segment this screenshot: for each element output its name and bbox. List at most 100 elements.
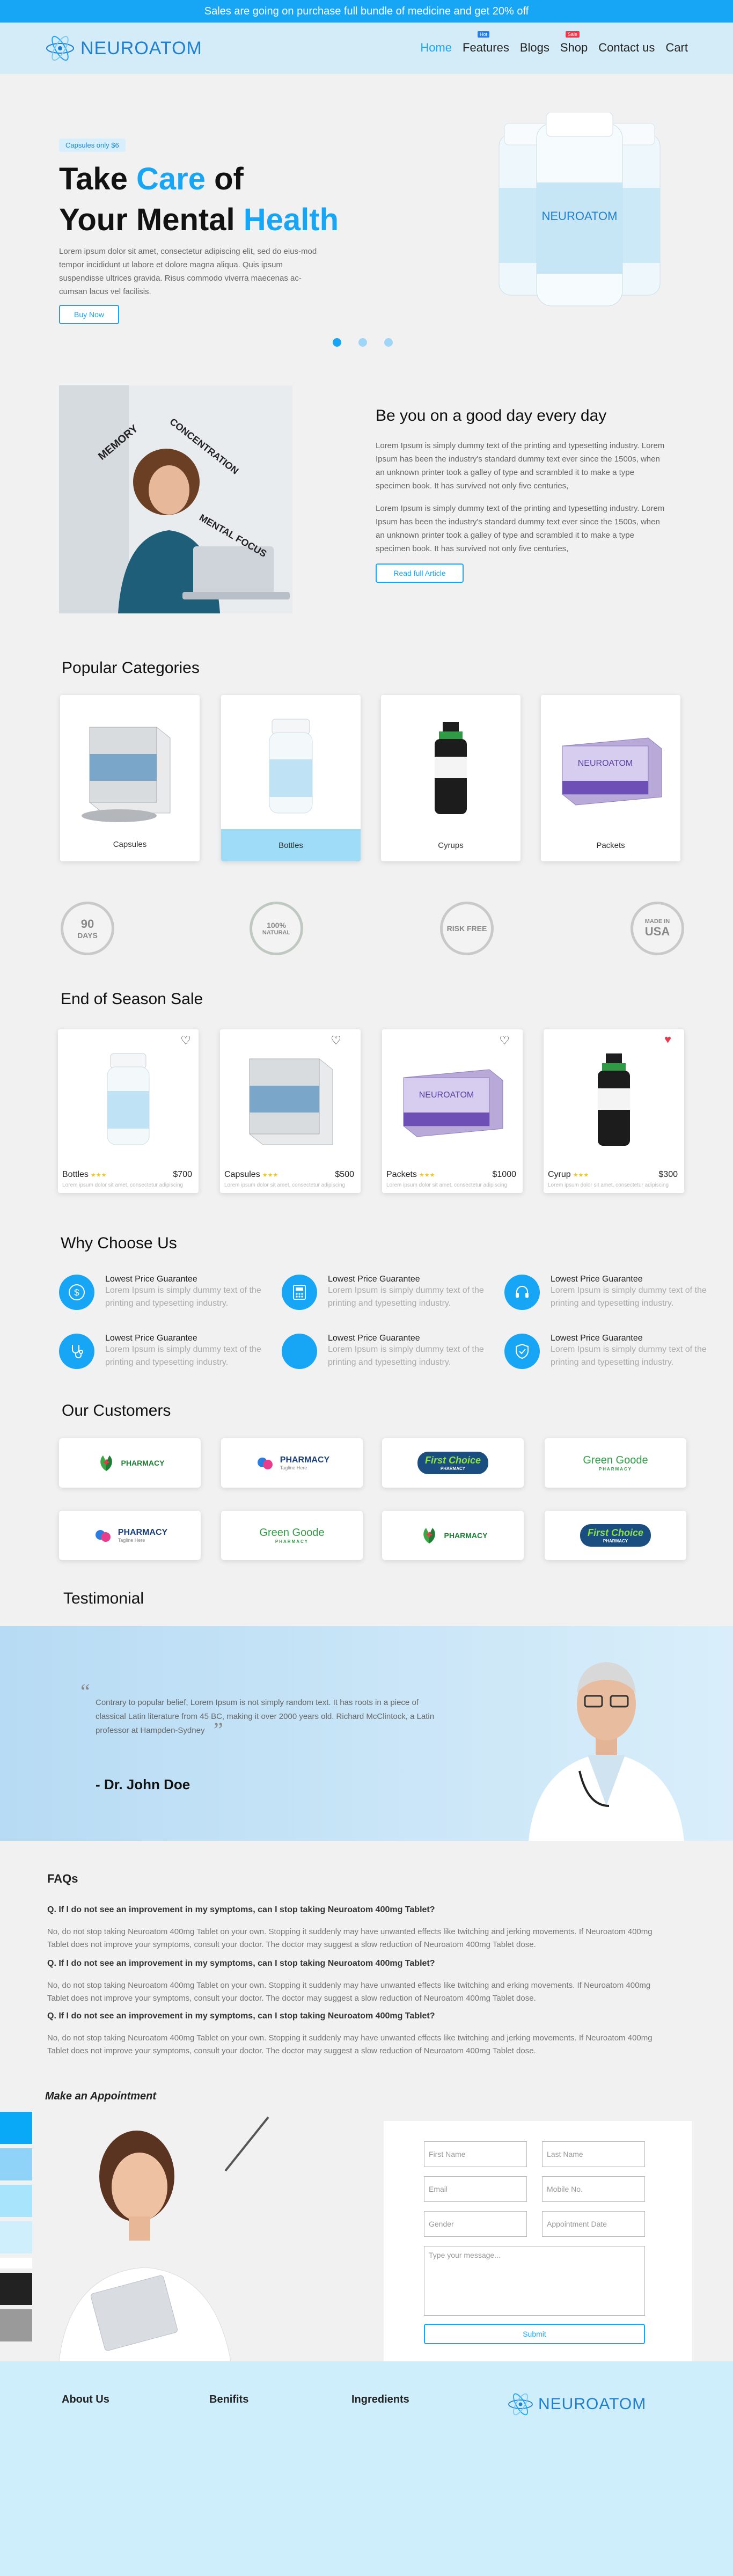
shield-icon: [504, 1334, 540, 1369]
footer-logo[interactable]: NEUROATOM: [507, 2392, 646, 2416]
nav-home[interactable]: Home: [420, 41, 452, 55]
customer-name: Green Goode: [583, 1454, 648, 1466]
category-card-cyrups[interactable]: Cyrups: [381, 695, 521, 861]
buy-now-button[interactable]: Buy Now: [59, 305, 119, 324]
blank-icon: [282, 1334, 317, 1369]
footer-brand-name: NEUROATOM: [538, 2395, 647, 2413]
headset-icon: [504, 1275, 540, 1310]
gender-field[interactable]: Gender: [424, 2211, 527, 2237]
customer-tagline: PHARMACY: [275, 1539, 309, 1544]
heart-filled-icon[interactable]: ♥: [664, 1033, 671, 1046]
faq-question[interactable]: Q. If I do not see an improvement in my …: [47, 2011, 435, 2021]
article-image: MEMORY CONCENTRATION MENTAL FOCUS: [59, 385, 292, 613]
sale-card-cyrup[interactable]: ♥ Cyrup ★★★ $300 Lorem ipsum dolor sit am…: [544, 1029, 684, 1193]
product-subtitle: Lorem ipsum dolor sit amet, consectetur …: [386, 1182, 508, 1188]
why-item: Lowest Price Guarantee Lorem Ipsum is sim…: [59, 1334, 272, 1369]
customer-name: Green Goode: [259, 1527, 325, 1539]
last-name-field[interactable]: Last Name: [542, 2141, 645, 2167]
footer-link-benefits[interactable]: Benifits: [209, 2394, 248, 2406]
why-item-title: Lowest Price Guarantee: [551, 1334, 643, 1343]
sale-card-bottles[interactable]: ♡ Bottles ★★★ $700 Lorem ipsum dolor sit …: [58, 1029, 199, 1193]
category-label: Bottles: [278, 841, 303, 850]
article-paragraph-2: Lorem Ipsum is simply dummy text of the …: [376, 504, 665, 553]
customer-tagline: PHARMACY: [603, 1539, 628, 1543]
customer-logo[interactable]: PHARMACY: [382, 1511, 524, 1560]
sale-badge: Sale: [565, 31, 580, 38]
why-item-title: Lowest Price Guarantee: [328, 1275, 420, 1284]
sale-card-packets[interactable]: ♡ NEUROATOM Packets ★★★ $1000 Lorem ipsum…: [382, 1029, 523, 1193]
nav-shop[interactable]: Sale Shop: [560, 31, 588, 55]
hero-title: Take Care of Your Mental Health: [59, 162, 339, 237]
swatch: [0, 2273, 32, 2305]
faq-question[interactable]: Q. If I do not see an improvement in my …: [47, 1959, 435, 1968]
customer-logo[interactable]: PHARMACY Tagline Here: [59, 1511, 201, 1560]
nurse-image: [58, 2116, 269, 2361]
nav-contact[interactable]: Contact us: [598, 41, 655, 55]
product-name: Capsules: [224, 1170, 260, 1179]
read-article-button[interactable]: Read full Article: [376, 564, 464, 583]
product-name: Bottles: [62, 1170, 89, 1179]
footer-link-ingredients[interactable]: Ingredients: [351, 2394, 409, 2406]
email-field[interactable]: Email: [424, 2176, 527, 2202]
customer-logo[interactable]: Green Goode PHARMACY: [221, 1511, 363, 1560]
customer-name: First Choice: [587, 1527, 644, 1538]
stethoscope-icon: [59, 1334, 94, 1369]
sale-card-capsules[interactable]: ♡ Capsules ★★★ $500 Lorem ipsum dolor sit…: [220, 1029, 361, 1193]
category-card-packets[interactable]: NEUROATOM Packets: [541, 695, 680, 861]
close-quote-icon: ”: [214, 1718, 223, 1742]
customer-name: PHARMACY: [118, 1528, 168, 1537]
customer-logo[interactable]: PHARMACY Tagline Here: [221, 1438, 363, 1488]
dollar-icon: $: [59, 1275, 94, 1310]
category-label: Packets: [596, 841, 625, 850]
customer-name: PHARMACY: [444, 1531, 488, 1540]
why-item-text: Lorem Ipsum is simply dummy text of the …: [551, 1345, 707, 1367]
capsules-box-image: [249, 1058, 333, 1145]
packet-box-image: NEUROATOM: [562, 737, 662, 806]
main-nav: Home Hot Features Blogs Sale Shop Contact …: [420, 31, 688, 55]
faq-question[interactable]: Q. If I do not see an improvement in my …: [47, 1905, 435, 1915]
product-price: $300: [658, 1170, 678, 1179]
bottle-label: NEUROATOM: [542, 209, 618, 223]
customer-logo[interactable]: PHARMACY: [59, 1438, 201, 1488]
customer-tagline: PHARMACY: [440, 1466, 466, 1471]
why-item: Lowest Price Guarantee Lorem Ipsum is sim…: [504, 1275, 717, 1310]
calculator-icon: [282, 1275, 317, 1310]
faq-answer: No, do not stop taking Neuroatom 400mg T…: [47, 1927, 653, 1949]
leaf-icon: [100, 1455, 112, 1471]
appointment-date-field[interactable]: Appointment Date: [542, 2211, 645, 2237]
why-item-title: Lowest Price Guarantee: [105, 1334, 197, 1343]
swatch: [0, 2112, 32, 2144]
slider-dot-2[interactable]: [358, 338, 367, 347]
why-item-text: Lorem Ipsum is simply dummy text of the …: [328, 1286, 484, 1308]
sale-title: End of Season Sale: [61, 990, 203, 1008]
doctor-image: [529, 1662, 684, 1841]
testimonial-quote: Contrary to popular belief, Lorem Ipsum …: [96, 1698, 435, 1735]
rating-stars: ★★★: [573, 1172, 589, 1179]
seal-risk-free: RISK FREE: [440, 902, 494, 955]
category-card-bottles[interactable]: Bottles: [221, 695, 361, 861]
category-label: Capsules: [113, 840, 147, 849]
faq-answer: No, do not stop taking Neuroatom 400mg T…: [47, 1981, 651, 2003]
svg-text:$: $: [74, 1287, 79, 1298]
nav-features[interactable]: Hot Features: [463, 31, 509, 55]
footer-link-about[interactable]: About Us: [62, 2394, 109, 2406]
customer-name: First Choice: [424, 1455, 481, 1466]
swatch: [0, 2148, 32, 2180]
customer-logo[interactable]: First Choice PHARMACY: [382, 1438, 524, 1488]
submit-button[interactable]: Submit: [424, 2324, 645, 2344]
slider-dot-1[interactable]: [333, 338, 341, 347]
nav-cart[interactable]: Cart: [665, 41, 688, 55]
first-name-field[interactable]: First Name: [424, 2141, 527, 2167]
announcement-bar: Sales are going on purchase full bundle …: [0, 0, 733, 23]
customer-logo[interactable]: First Choice PHARMACY: [545, 1511, 686, 1560]
slider-dot-3[interactable]: [384, 338, 393, 347]
brand-logo[interactable]: NEUROATOM: [45, 34, 202, 62]
message-field[interactable]: Type your message...: [424, 2246, 645, 2316]
seal-made-in-usa: MADE IN USA: [631, 902, 684, 955]
nav-blogs[interactable]: Blogs: [520, 41, 549, 55]
mobile-field[interactable]: Mobile No.: [542, 2176, 645, 2202]
category-card-capsules[interactable]: Capsules: [60, 695, 200, 861]
leaf-icon: [423, 1528, 435, 1543]
customer-logo[interactable]: Green Goode PHARMACY: [545, 1438, 686, 1488]
product-subtitle: Lorem ipsum dolor sit amet, consectetur …: [548, 1182, 669, 1188]
